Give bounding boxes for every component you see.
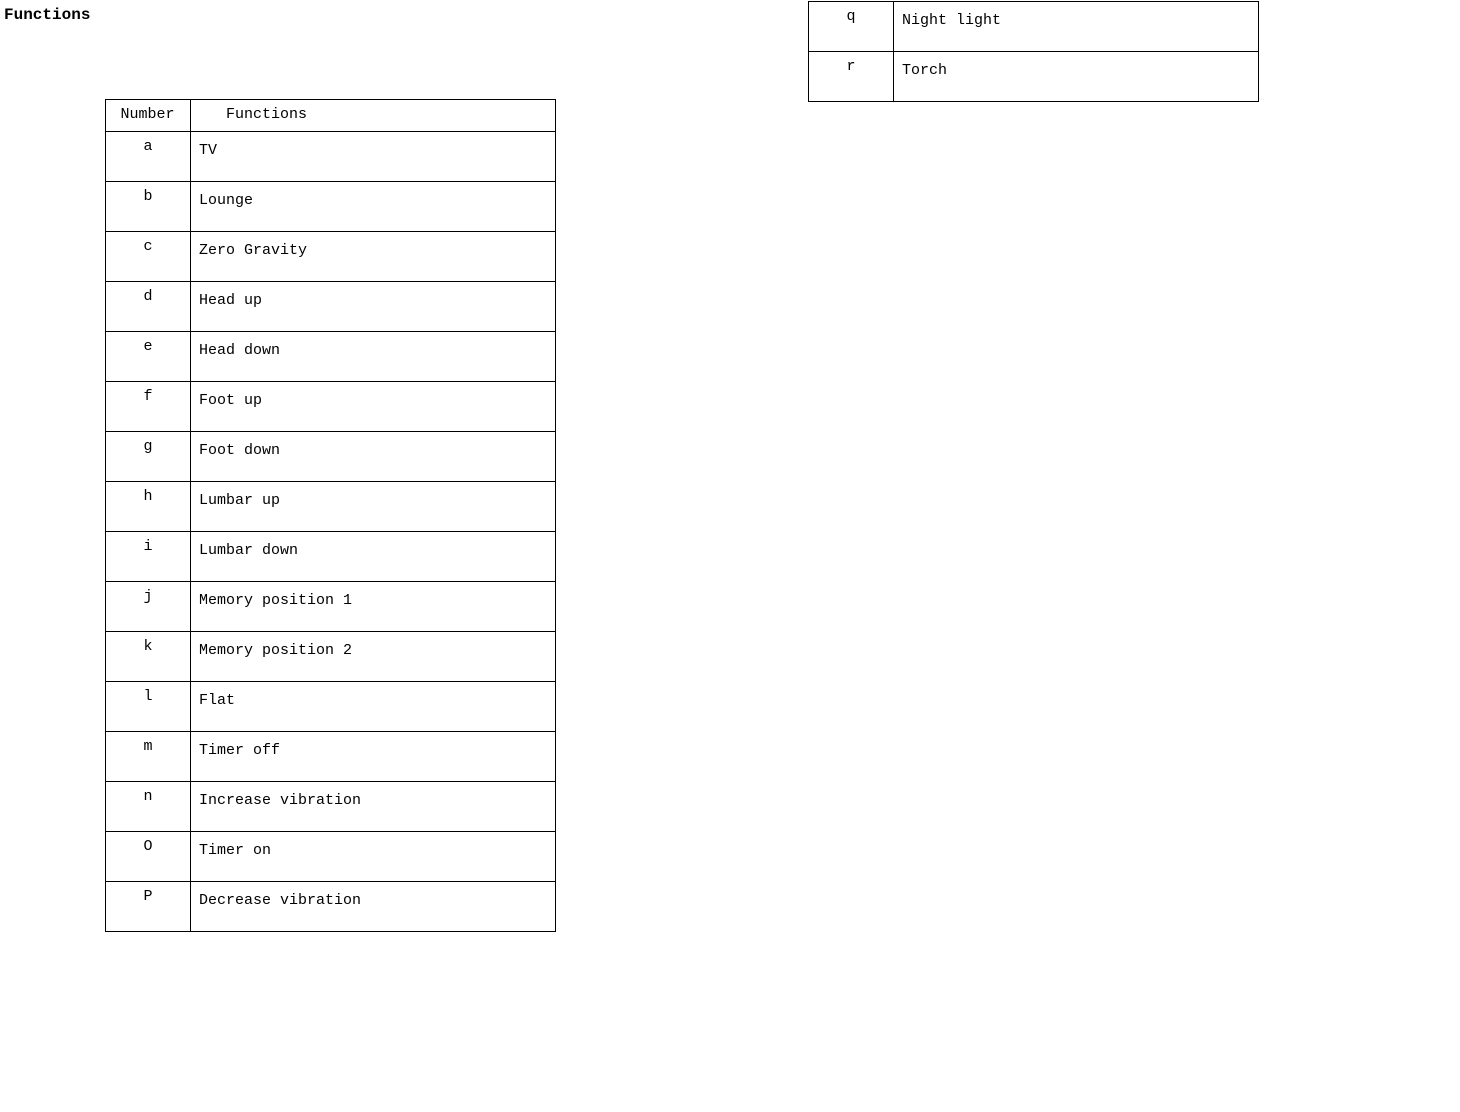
table-row: cZero Gravity [106,232,556,282]
table-row: qNight light [809,2,1259,52]
table-row: eHead down [106,332,556,382]
cell-number: a [106,132,191,182]
cell-function: Lumbar down [191,532,556,582]
cell-number: j [106,582,191,632]
cell-function: Night light [894,2,1259,52]
cell-number: e [106,332,191,382]
cell-number: h [106,482,191,532]
cell-number: g [106,432,191,482]
table-row: lFlat [106,682,556,732]
cell-function: Timer on [191,832,556,882]
cell-function: Zero Gravity [191,232,556,282]
cell-number: l [106,682,191,732]
cell-number: r [809,52,894,102]
cell-function: Flat [191,682,556,732]
page: Functions Number Functions aTV bLounge c… [0,0,1460,1112]
cell-number: i [106,532,191,582]
header-number: Number [106,100,191,132]
cell-function: Memory position 2 [191,632,556,682]
cell-function: Timer off [191,732,556,782]
cell-function: Torch [894,52,1259,102]
cell-function: Foot down [191,432,556,482]
table-row: jMemory position 1 [106,582,556,632]
cell-number: d [106,282,191,332]
header-function: Functions [191,100,556,132]
cell-number: b [106,182,191,232]
table-row: aTV [106,132,556,182]
cell-number: n [106,782,191,832]
table-row: hLumbar up [106,482,556,532]
cell-function: Memory position 1 [191,582,556,632]
cell-number: O [106,832,191,882]
cell-number: P [106,882,191,932]
table-row: rTorch [809,52,1259,102]
section-title: Functions [4,6,90,24]
table-row: gFoot down [106,432,556,482]
table-row: iLumbar down [106,532,556,582]
cell-function: Lounge [191,182,556,232]
cell-number: f [106,382,191,432]
cell-number: q [809,2,894,52]
table-row: fFoot up [106,382,556,432]
cell-function: Decrease vibration [191,882,556,932]
table-row: bLounge [106,182,556,232]
table-row: OTimer on [106,832,556,882]
table-row: kMemory position 2 [106,632,556,682]
table-row: mTimer off [106,732,556,782]
cell-function: Head up [191,282,556,332]
table-row: dHead up [106,282,556,332]
functions-table-left: Number Functions aTV bLounge cZero Gravi… [105,99,556,932]
cell-function: Lumbar up [191,482,556,532]
cell-number: m [106,732,191,782]
cell-function: Foot up [191,382,556,432]
cell-function: TV [191,132,556,182]
cell-number: k [106,632,191,682]
cell-function: Increase vibration [191,782,556,832]
cell-number: c [106,232,191,282]
table-header-row: Number Functions [106,100,556,132]
cell-function: Head down [191,332,556,382]
functions-table-right: qNight light rTorch [808,1,1259,102]
table-row: nIncrease vibration [106,782,556,832]
table-row: PDecrease vibration [106,882,556,932]
